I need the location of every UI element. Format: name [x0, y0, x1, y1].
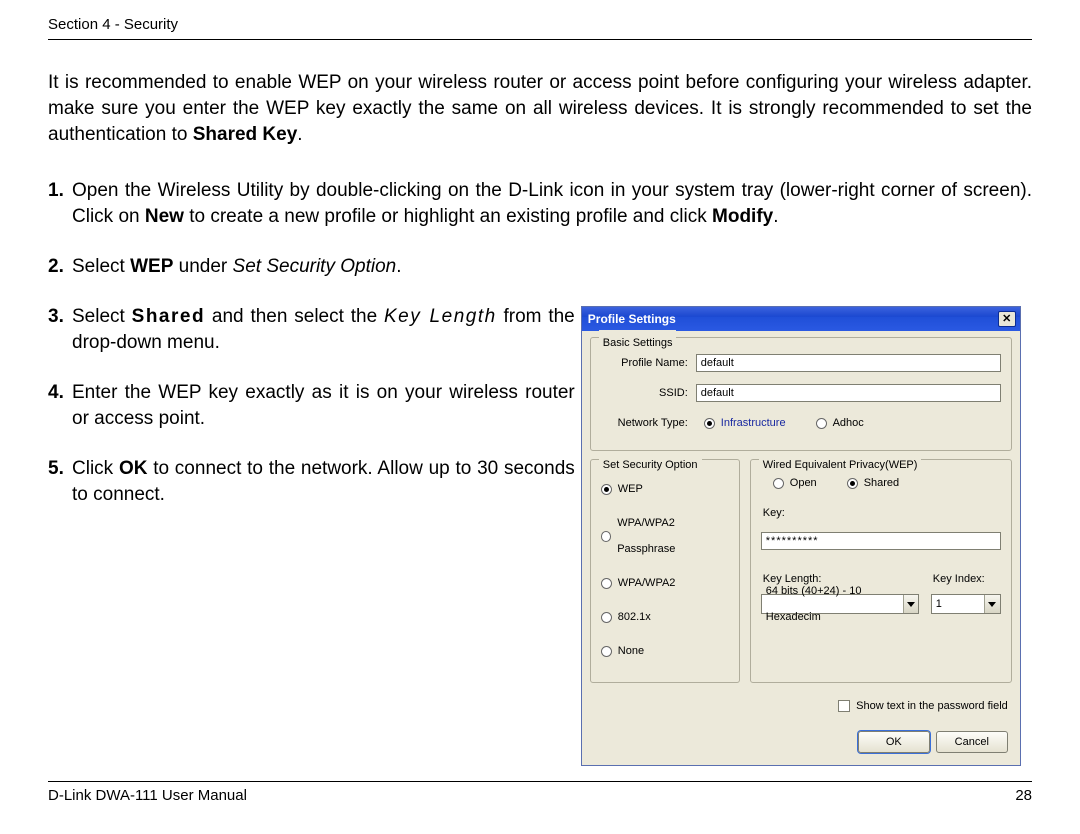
radio-icon	[601, 612, 612, 623]
radio-icon	[601, 531, 611, 542]
radio-icon	[847, 478, 858, 489]
profile-name-input[interactable]	[696, 354, 1001, 372]
radio-label-wep: WEP	[618, 476, 643, 502]
basic-settings-legend: Basic Settings	[599, 330, 677, 356]
radio-label-infrastructure: Infrastructure	[721, 410, 786, 436]
step1-text-c: .	[773, 206, 778, 227]
key-index-label: Key Index:	[933, 566, 1001, 592]
radio-label-wpa: WPA/WPA2	[618, 570, 676, 596]
radio-icon	[601, 484, 612, 495]
italic-set-security-option: Set Security Option	[233, 256, 397, 277]
radio-icon	[816, 418, 827, 429]
intro-shared-key: Shared Key	[193, 124, 298, 145]
bold-wep: WEP	[130, 256, 173, 277]
step-3: 3. Select Shared and then select the Key…	[48, 304, 575, 356]
key-index-select[interactable]: 1	[931, 594, 1001, 614]
ssid-label: SSID:	[601, 380, 696, 406]
radio-icon	[601, 646, 612, 657]
show-text-label: Show text in the password field	[856, 693, 1008, 719]
dialog-titlebar[interactable]: Profile Settings ✕	[582, 307, 1020, 331]
bold-shared: Shared	[132, 306, 205, 327]
radio-label-8021x: 802.1x	[618, 604, 651, 630]
close-button[interactable]: ✕	[998, 311, 1016, 327]
footer-divider	[48, 781, 1032, 782]
step-number: 4.	[48, 380, 72, 432]
key-index-value: 1	[936, 591, 942, 617]
wep-group: Wired Equivalent Privacy(WEP) Open Share…	[750, 459, 1012, 683]
radio-icon	[704, 418, 715, 429]
intro-paragraph: It is recommended to enable WEP on your …	[48, 70, 1032, 148]
set-security-option-legend: Set Security Option	[599, 452, 702, 478]
key-length-select[interactable]: 64 bits (40+24) - 10 Hexadecim	[761, 594, 919, 614]
step-1: 1. Open the Wireless Utility by double-c…	[48, 178, 1032, 230]
radio-wep[interactable]: WEP	[601, 476, 729, 502]
step-2: 2. Select WEP under Set Security Option.	[48, 254, 1032, 280]
ok-button[interactable]: OK	[858, 731, 930, 753]
chevron-down-icon	[903, 595, 917, 613]
radio-adhoc[interactable]: Adhoc	[816, 410, 864, 436]
bold-new: New	[145, 206, 184, 227]
step1-text-b: to create a new profile or highlight an …	[184, 206, 712, 227]
step5-text-b: to connect to the network. Allow up to 3…	[72, 458, 575, 505]
steps-list: 1. Open the Wireless Utility by double-c…	[48, 178, 1032, 766]
ssid-input[interactable]	[696, 384, 1001, 402]
radio-infrastructure[interactable]: Infrastructure	[704, 410, 786, 436]
radio-icon	[601, 578, 612, 589]
radio-wpa[interactable]: WPA/WPA2	[601, 570, 729, 596]
radio-none[interactable]: None	[601, 638, 729, 664]
key-label: Key:	[763, 500, 1001, 526]
steps-left-column: 3. Select Shared and then select the Key…	[48, 304, 575, 766]
radio-label-adhoc: Adhoc	[833, 410, 864, 436]
step3-text-b: and then select the	[205, 306, 384, 327]
page-footer: D-Link DWA-111 User Manual 28	[48, 787, 1032, 804]
step5-text-a: Click	[72, 458, 119, 479]
set-security-option-group: Set Security Option WEP WPA/WPA2 Passphr…	[590, 459, 740, 683]
footer-manual-name: D-Link DWA-111 User Manual	[48, 787, 247, 804]
profile-settings-dialog: Profile Settings ✕ Basic Settings Profil…	[581, 306, 1021, 766]
radio-label-wpa-passphrase: WPA/WPA2 Passphrase	[617, 510, 729, 562]
chevron-down-icon	[984, 595, 1000, 613]
close-icon: ✕	[1002, 306, 1011, 332]
wep-legend: Wired Equivalent Privacy(WEP)	[759, 452, 922, 478]
bold-modify: Modify	[712, 206, 773, 227]
step-body: Click OK to connect to the network. Allo…	[72, 456, 575, 508]
step-number: 2.	[48, 254, 72, 280]
network-type-label: Network Type:	[601, 410, 696, 436]
step-number: 5.	[48, 456, 72, 508]
italic-key-length: Key Length	[384, 306, 497, 327]
basic-settings-group: Basic Settings Profile Name: SSID: Netwo…	[590, 337, 1012, 451]
step-body: Select WEP under Set Security Option.	[72, 254, 1032, 280]
step-body: Select Shared and then select the Key Le…	[72, 304, 575, 356]
step-number: 3.	[48, 304, 72, 356]
dialog-title: Profile Settings	[588, 306, 676, 332]
radio-label-none: None	[618, 638, 644, 664]
step-number: 1.	[48, 178, 72, 230]
cancel-button[interactable]: Cancel	[936, 731, 1008, 753]
key-input[interactable]	[761, 532, 1001, 550]
intro-tail: .	[297, 124, 302, 145]
footer-page-number: 28	[1015, 787, 1032, 804]
step2-text-b: under	[173, 256, 232, 277]
step3-text-a: Select	[72, 306, 132, 327]
section-header: Section 4 - Security	[48, 16, 1032, 40]
step2-text-c: .	[396, 256, 401, 277]
radio-wpa-passphrase[interactable]: WPA/WPA2 Passphrase	[601, 510, 729, 562]
step-4: 4. Enter the WEP key exactly as it is on…	[48, 380, 575, 432]
step-body: Open the Wireless Utility by double-clic…	[72, 178, 1032, 230]
bold-ok: OK	[119, 458, 148, 479]
radio-icon	[773, 478, 784, 489]
key-length-value: 64 bits (40+24) - 10 Hexadecim	[766, 578, 904, 630]
step-body: Enter the WEP key exactly as it is on yo…	[72, 380, 575, 432]
step2-text-a: Select	[72, 256, 130, 277]
step-5: 5. Click OK to connect to the network. A…	[48, 456, 575, 508]
show-text-checkbox[interactable]	[838, 700, 850, 712]
radio-8021x[interactable]: 802.1x	[601, 604, 729, 630]
